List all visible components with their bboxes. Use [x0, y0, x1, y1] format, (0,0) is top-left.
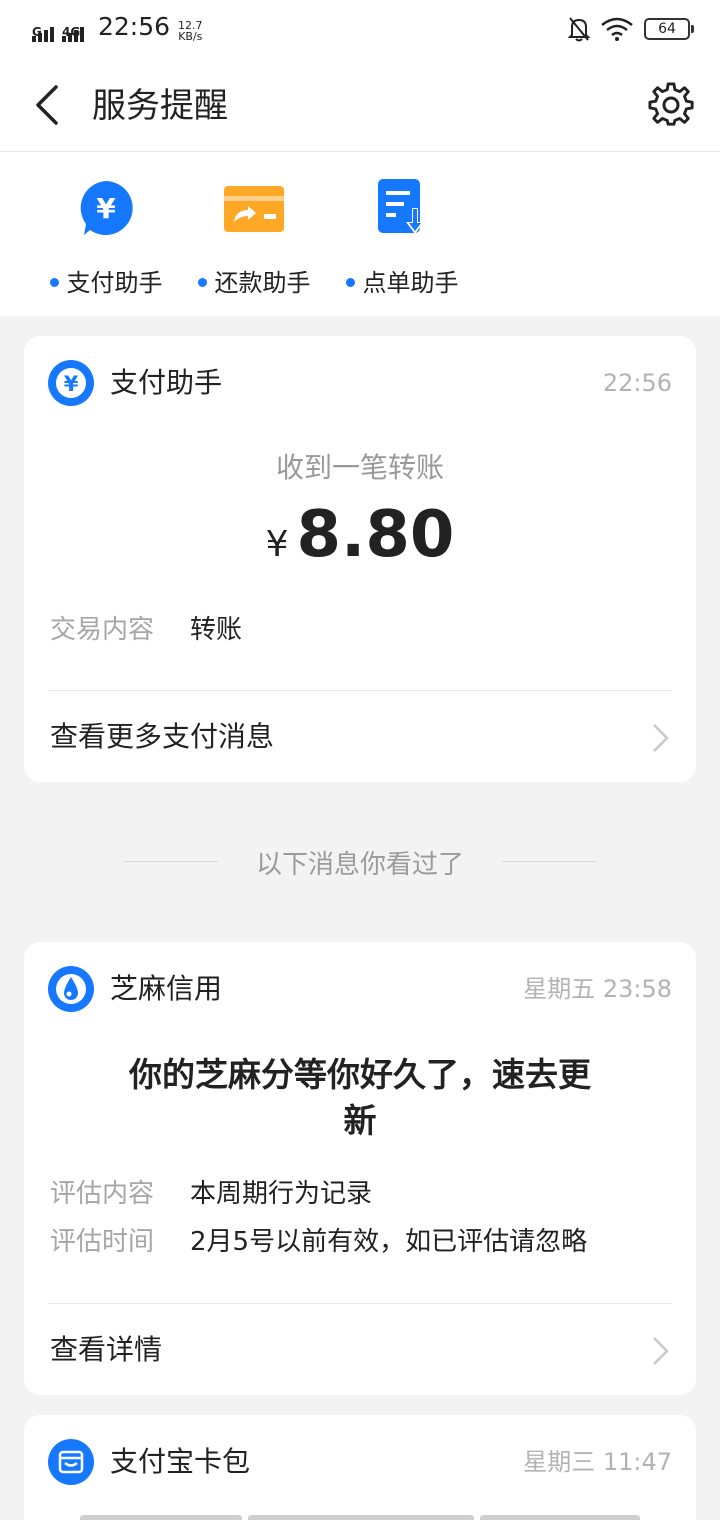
back-arrow-icon[interactable]: [30, 83, 70, 127]
card-timestamp: 星期三 11:47: [523, 1448, 672, 1476]
card-timestamp: 星期五 23:58: [523, 975, 672, 1003]
evaluation-time-row: 评估时间 2月5号以前有效，如已评估请忽略: [50, 1224, 587, 1260]
status-bar: G 4G 22:56 12.7 KB/s 64: [0, 0, 720, 58]
shortcut-order-assistant[interactable]: 点单助手: [332, 178, 472, 298]
network-speed: 12.7 KB/s: [178, 20, 203, 42]
payment-icon: ¥: [80, 181, 133, 235]
svg-text:¥: ¥: [96, 192, 116, 225]
card-preview-strip: [80, 1515, 242, 1520]
sesame-credit-card[interactable]: 芝麻信用 星期五 23:58 你的芝麻分等你好久了，速去更 新 评估内容 本周期行…: [24, 942, 696, 1395]
field-value: 本周期行为记录: [190, 1179, 373, 1209]
field-label: 交易内容: [50, 615, 155, 645]
shortcut-repay-assistant[interactable]: 还款助手: [184, 178, 324, 298]
speed-unit: KB/s: [178, 30, 203, 43]
gear-icon[interactable]: [648, 82, 694, 128]
card-wallet-icon: [48, 1439, 94, 1485]
view-details-link[interactable]: 查看详情: [48, 1305, 672, 1395]
headline-line: 新: [343, 1101, 377, 1140]
notification-headline: 你的芝麻分等你好久了，速去更 新: [24, 1052, 696, 1144]
card-source-name: 芝麻信用: [110, 972, 223, 1005]
viewed-separator: 以下消息你看过了: [0, 840, 720, 884]
card-wallet-card[interactable]: 支付宝卡包 星期三 11:47: [24, 1415, 696, 1520]
battery-level: 64: [658, 21, 676, 37]
shortcut-label: 还款助手: [214, 269, 311, 297]
separator-label: 以下消息你看过了: [255, 850, 464, 880]
shortcut-label: 支付助手: [66, 269, 163, 297]
signal-label: G: [32, 25, 42, 39]
evaluation-content-row: 评估内容 本周期行为记录: [50, 1176, 372, 1212]
view-more-payments-link[interactable]: 查看更多支付消息: [48, 692, 672, 782]
signal-icon: G: [32, 25, 56, 42]
shortcut-label: 点单助手: [362, 269, 459, 297]
page-title: 服务提醒: [92, 86, 228, 126]
field-value: 2月5号以前有效，如已评估请忽略: [190, 1227, 588, 1257]
card-source-name: 支付助手: [110, 366, 223, 399]
link-label: 查看更多支付消息: [50, 720, 275, 753]
notification-subtitle: 收到一笔转账: [275, 451, 444, 484]
shortcut-payment-assistant[interactable]: ¥ 支付助手: [36, 178, 176, 298]
battery-icon: 64: [644, 18, 694, 40]
order-icon: [378, 179, 424, 234]
card-preview-strip: [248, 1515, 474, 1520]
field-label: 评估内容: [50, 1179, 155, 1209]
assistant-shortcuts: ¥ 支付助手 还款助手 点单助手: [0, 152, 720, 316]
sesame-credit-icon: [48, 966, 94, 1012]
payment-notification-card[interactable]: ¥ 支付助手 22:56 收到一笔转账 ¥8.80 交易内容 转账 查看更多支付消…: [24, 336, 696, 782]
card-timestamp: 22:56: [602, 369, 672, 397]
amount: ¥8.80: [24, 498, 696, 572]
payment-icon: ¥: [48, 360, 94, 406]
clock: 22:56: [98, 12, 171, 41]
card-source-name: 支付宝卡包: [110, 1445, 251, 1478]
repay-card-icon: [224, 186, 284, 232]
bell-off-icon: [568, 17, 590, 42]
nav-bar: 服务提醒: [0, 58, 720, 152]
wifi-icon: [601, 17, 633, 41]
card-preview-strip: [480, 1515, 640, 1520]
chevron-right-icon: [653, 1337, 669, 1365]
headline-line: 你的芝麻分等你好久了，速去更: [129, 1055, 591, 1094]
svg-text:¥: ¥: [64, 372, 79, 396]
transaction-content-row: 交易内容 转账: [50, 612, 242, 648]
signal-label: 4G: [62, 25, 81, 39]
signal-icon: 4G: [62, 25, 86, 42]
field-label: 评估时间: [50, 1227, 155, 1257]
chevron-right-icon: [653, 724, 669, 752]
field-value: 转账: [190, 615, 243, 645]
link-label: 查看详情: [50, 1333, 163, 1366]
currency-symbol: ¥: [265, 524, 289, 565]
amount-value: 8.80: [296, 498, 455, 572]
